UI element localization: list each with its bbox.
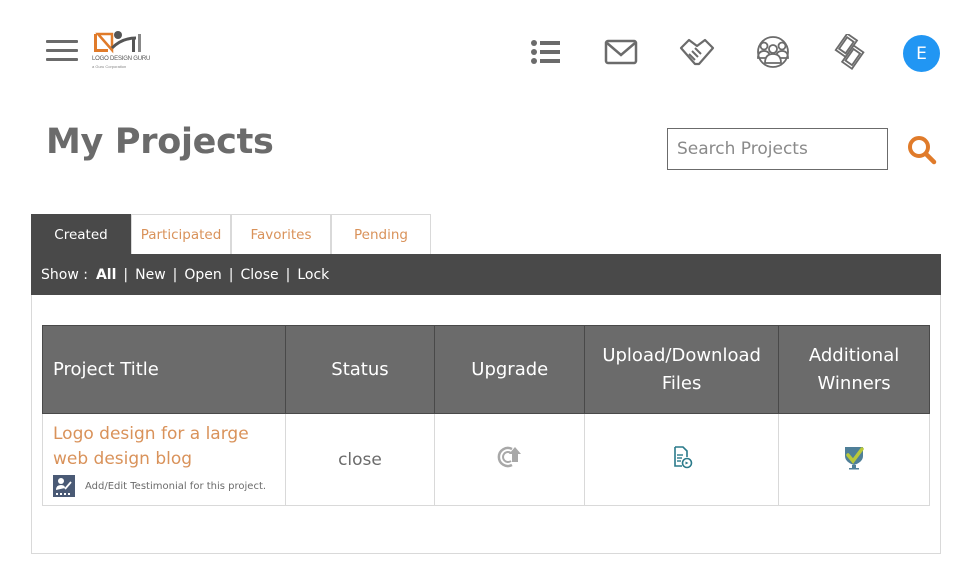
testimonial-link-text: Add/Edit Testimonial for this project. <box>85 480 267 492</box>
logo-mark-icon <box>94 31 141 54</box>
column-header-winners-line2: Winners <box>817 372 891 394</box>
filter-all[interactable]: All <box>96 267 116 283</box>
deals-button[interactable] <box>679 34 715 70</box>
winner-badge-icon <box>845 447 864 470</box>
logo[interactable]: LOGO DESIGN GURU a Guru Corporation <box>92 28 150 72</box>
status-cell: close <box>284 413 436 506</box>
team-icon <box>757 36 789 68</box>
testimonial-link[interactable]: Add/Edit Testimonial for this project. <box>53 475 275 497</box>
filter-label: Show : <box>41 266 88 283</box>
logo-name: LOGO DESIGN GURU <box>92 56 151 62</box>
payments-button[interactable] <box>831 32 867 70</box>
files-button[interactable] <box>669 444 695 470</box>
search-icon <box>908 136 937 165</box>
project-title-link[interactable]: Logo design for a large web design blog <box>53 422 275 472</box>
list-icon <box>531 40 560 64</box>
handshake-icon <box>679 38 715 66</box>
filter-separator: | <box>123 266 129 283</box>
file-download-icon <box>673 446 692 469</box>
filter-lock[interactable]: Lock <box>297 267 329 283</box>
filter-separator: | <box>285 266 291 283</box>
filter-separator: | <box>228 266 234 283</box>
additional-winners-cell <box>778 413 930 506</box>
tab-favorites[interactable]: Favorites <box>231 214 331 255</box>
filter-separator: | <box>172 266 178 283</box>
status-filter-bar: Show : All | New | Open | Close | Lock <box>31 254 941 295</box>
table-header-row: Project Title Status Upgrade Upload/Down… <box>42 325 930 414</box>
column-header-project-title: Project Title <box>42 325 286 414</box>
column-header-files-line1: Upload/Download <box>602 344 761 366</box>
messages-button[interactable] <box>603 34 639 70</box>
top-navigation-bar: LOGO DESIGN GURU a Guru Corporation E <box>0 0 976 100</box>
filter-close[interactable]: Close <box>241 267 279 283</box>
upgrade-cell <box>434 413 586 506</box>
upgrade-icon <box>497 446 521 468</box>
projects-panel: Created Participated Favorites Pending S… <box>31 214 941 554</box>
files-cell <box>584 413 780 506</box>
additional-winners-button[interactable] <box>841 444 867 470</box>
user-avatar[interactable]: E <box>903 35 940 72</box>
hamburger-line <box>46 49 78 52</box>
filter-new[interactable]: New <box>135 267 166 283</box>
search-projects-input[interactable] <box>667 128 888 170</box>
hamburger-menu-button[interactable] <box>46 40 78 62</box>
page-title: My Projects <box>46 122 274 162</box>
column-header-winners-line1: Additional <box>808 344 900 366</box>
column-header-upgrade: Upgrade <box>434 325 586 414</box>
column-header-status: Status <box>284 325 436 414</box>
projects-table: Project Title Status Upgrade Upload/Down… <box>42 325 930 506</box>
hamburger-line <box>46 40 78 43</box>
tab-participated[interactable]: Participated <box>131 214 231 255</box>
column-header-files-line2: Files <box>661 372 702 394</box>
column-header-additional-winners: Additional Winners <box>778 325 930 414</box>
column-header-files: Upload/Download Files <box>584 325 780 414</box>
project-title-cell: Logo design for a large web design blog … <box>42 413 286 506</box>
tab-pending[interactable]: Pending <box>331 214 431 255</box>
tab-created[interactable]: Created <box>31 214 131 255</box>
money-icon <box>834 32 865 70</box>
testimonial-icon <box>53 475 75 497</box>
hamburger-line <box>46 58 78 61</box>
team-button[interactable] <box>755 34 791 70</box>
project-tabs: Created Participated Favorites Pending <box>31 214 431 255</box>
mail-icon <box>604 39 638 65</box>
projects-list-button[interactable] <box>527 34 563 70</box>
filter-open[interactable]: Open <box>184 267 221 283</box>
table-row: Logo design for a large web design blog … <box>42 413 930 506</box>
upgrade-button[interactable] <box>497 444 523 470</box>
search-button[interactable] <box>906 134 938 166</box>
logo-tagline: a Guru Corporation <box>92 64 127 69</box>
